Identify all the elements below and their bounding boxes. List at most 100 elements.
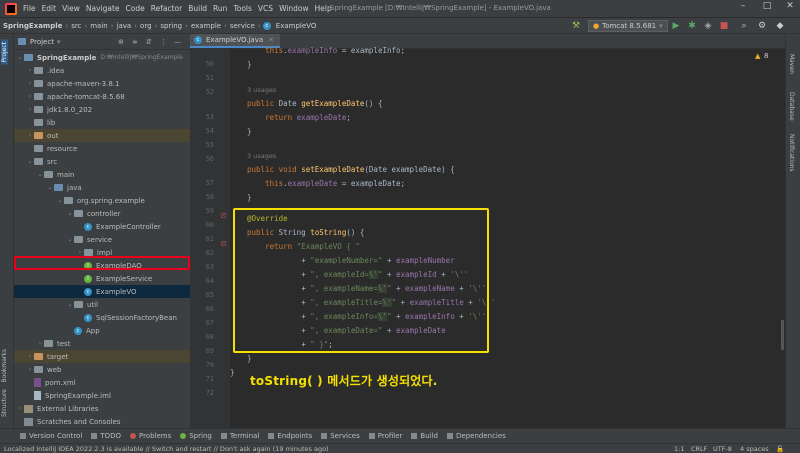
tool-spring[interactable]: Spring <box>180 432 212 440</box>
run-config-select[interactable]: ● Tomcat 8.5.681 ▾ <box>588 20 668 32</box>
tree-item-springexample[interactable]: ⌄ SpringExample D:₩IntelliJ₩SpringExample <box>14 51 190 64</box>
notifications-tool-tab[interactable]: Notifications <box>788 134 795 172</box>
tree-item-out[interactable]: › out <box>14 129 190 142</box>
stop-icon[interactable]: ■ <box>718 20 730 32</box>
menu-vcs[interactable]: VCS <box>258 4 273 13</box>
menu-refactor[interactable]: Refactor <box>151 4 182 13</box>
breadcrumb-examplevo[interactable]: ExampleVO <box>273 22 320 30</box>
line-separator[interactable]: CRLF <box>691 445 707 453</box>
tree-item-main[interactable]: ⌄ main <box>14 168 190 181</box>
lock-icon[interactable]: 🔓 <box>776 445 784 453</box>
tree-item-examplecontroller[interactable]: c ExampleController <box>14 220 190 233</box>
chevron-down-icon: ▾ <box>659 22 663 30</box>
tool-build[interactable]: Build <box>411 432 438 440</box>
menu-code[interactable]: Code <box>126 4 145 13</box>
options-icon[interactable]: ⋮ <box>160 38 167 46</box>
breadcrumb-service[interactable]: service <box>227 22 258 30</box>
warning-icon[interactable]: ▲ <box>755 52 760 60</box>
tree-item-exampleservice[interactable]: I ExampleService <box>14 272 190 285</box>
menu-navigate[interactable]: Navigate <box>86 4 120 13</box>
close-icon[interactable]: ✕ <box>783 1 797 15</box>
tree-item-pom-xml[interactable]: pom.xml <box>14 376 190 389</box>
project-panel-title[interactable]: Project <box>30 38 54 46</box>
code-token: Date <box>278 99 302 108</box>
breadcrumb-spring[interactable]: spring <box>157 22 185 30</box>
chevron-down-icon[interactable]: ▾ <box>57 38 61 46</box>
breadcrumb-project[interactable]: SpringExample <box>0 22 65 30</box>
project-tool-tab[interactable]: Project <box>1 40 8 65</box>
menu-edit[interactable]: Edit <box>42 4 57 13</box>
tree-item-springexample-iml[interactable]: SpringExample.iml <box>14 389 190 402</box>
jetbrains-icon[interactable]: ◆ <box>774 20 786 32</box>
tree-item-web[interactable]: › web <box>14 363 190 376</box>
menu-file[interactable]: File <box>23 4 36 13</box>
menu-build[interactable]: Build <box>188 4 207 13</box>
tree-item-jdk[interactable]: › jdk1.8.0_202 <box>14 103 190 116</box>
tree-item-app[interactable]: c App <box>14 324 190 337</box>
hide-icon[interactable]: — <box>174 38 181 46</box>
bookmarks-tool-tab[interactable]: Bookmarks <box>1 349 8 383</box>
status-message[interactable]: Localized IntelliJ IDEA 2022.2.3 is avai… <box>4 445 329 453</box>
tree-item-java[interactable]: ⌄ java <box>14 181 190 194</box>
tree-item-test[interactable]: › test <box>14 337 190 350</box>
tree-item-service[interactable]: ⌄ service <box>14 233 190 246</box>
close-tab-icon[interactable]: ✕ <box>268 36 274 44</box>
maven-tool-tab[interactable]: Maven <box>788 54 795 74</box>
breadcrumb-src[interactable]: src <box>68 22 84 30</box>
tool-dependencies[interactable]: Dependencies <box>447 432 506 440</box>
tree-item-apache-tomcat[interactable]: › apache-tomcat-8.5.68 <box>14 90 190 103</box>
settings-icon[interactable]: ⚙ <box>756 20 768 32</box>
tree-item-resource[interactable]: resource <box>14 142 190 155</box>
editor-scrollbar[interactable] <box>781 320 784 350</box>
menu-view[interactable]: View <box>62 4 80 13</box>
override-gutter-icon[interactable]: ⊙ <box>220 239 227 248</box>
code-token: ; <box>346 113 351 122</box>
tree-item-scratches[interactable]: Scratches and Consoles <box>14 415 190 428</box>
breadcrumb-java[interactable]: java <box>114 22 135 30</box>
tool-endpoints[interactable]: Endpoints <box>268 432 312 440</box>
menu-tools[interactable]: Tools <box>233 4 251 13</box>
tool-services[interactable]: Services <box>321 432 360 440</box>
tree-item-org-spring-example[interactable]: ⌄ org.spring.example <box>14 194 190 207</box>
usages-hint[interactable]: 3 usages <box>247 152 276 160</box>
breadcrumb-main[interactable]: main <box>87 22 111 30</box>
tool-terminal[interactable]: Terminal <box>220 432 259 440</box>
usages-hint[interactable]: 3 usages <box>247 86 276 94</box>
tree-item-examplevo[interactable]: c ExampleVO <box>14 285 190 298</box>
tree-item-src[interactable]: ⌄ src <box>14 155 190 168</box>
hammer-icon[interactable]: ⚒ <box>570 20 582 32</box>
tree-item-idea[interactable]: › .idea <box>14 64 190 77</box>
minimize-icon[interactable]: – <box>736 1 750 15</box>
locate-icon[interactable]: ⊕ <box>118 38 124 46</box>
tree-item-controller[interactable]: ⌄ controller <box>14 207 190 220</box>
inspection-count[interactable]: 8 <box>764 52 768 60</box>
override-gutter-icon[interactable]: ⊙ <box>220 211 227 220</box>
tree-item-target[interactable]: › target <box>14 350 190 363</box>
database-tool-tab[interactable]: Database <box>788 92 795 121</box>
menu-window[interactable]: Window <box>279 4 309 13</box>
tree-item-util[interactable]: ⌄ util <box>14 298 190 311</box>
tool-problems[interactable]: Problems <box>129 432 171 440</box>
tree-item-apache-maven[interactable]: › apache-maven-3.8.1 <box>14 77 190 90</box>
indent-setting[interactable]: 4 spaces <box>740 445 769 453</box>
tree-item-lib[interactable]: lib <box>14 116 190 129</box>
project-panel-header: Project ▾ ⊕ ≑ ⇵ ⋮ — <box>14 34 190 50</box>
search-icon[interactable]: ⌕ <box>738 20 750 32</box>
file-encoding[interactable]: UTF-8 <box>713 445 732 453</box>
run-icon[interactable]: ▶ <box>670 20 682 32</box>
debug-icon[interactable]: ✱ <box>686 20 698 32</box>
caret-position[interactable]: 1:1 <box>674 445 684 453</box>
expand-all-icon[interactable]: ⇵ <box>146 38 152 46</box>
structure-tool-tab[interactable]: Structure <box>1 389 8 417</box>
tool-todo[interactable]: TODO <box>91 432 121 440</box>
breadcrumb-org[interactable]: org <box>137 22 154 30</box>
collapse-all-icon[interactable]: ≑ <box>132 38 138 46</box>
breadcrumb-example[interactable]: example <box>188 22 224 30</box>
tree-item-sqlsessionfactorybean[interactable]: c SqlSessionFactoryBean <box>14 311 190 324</box>
tree-item-external-libraries[interactable]: › External Libraries <box>14 402 190 415</box>
menu-run[interactable]: Run <box>213 4 227 13</box>
coverage-icon[interactable]: ◈ <box>702 20 714 32</box>
tool-profiler[interactable]: Profiler <box>368 432 402 440</box>
maximize-icon[interactable]: □ <box>760 1 774 15</box>
tool-version-control[interactable]: Version Control <box>20 432 82 440</box>
